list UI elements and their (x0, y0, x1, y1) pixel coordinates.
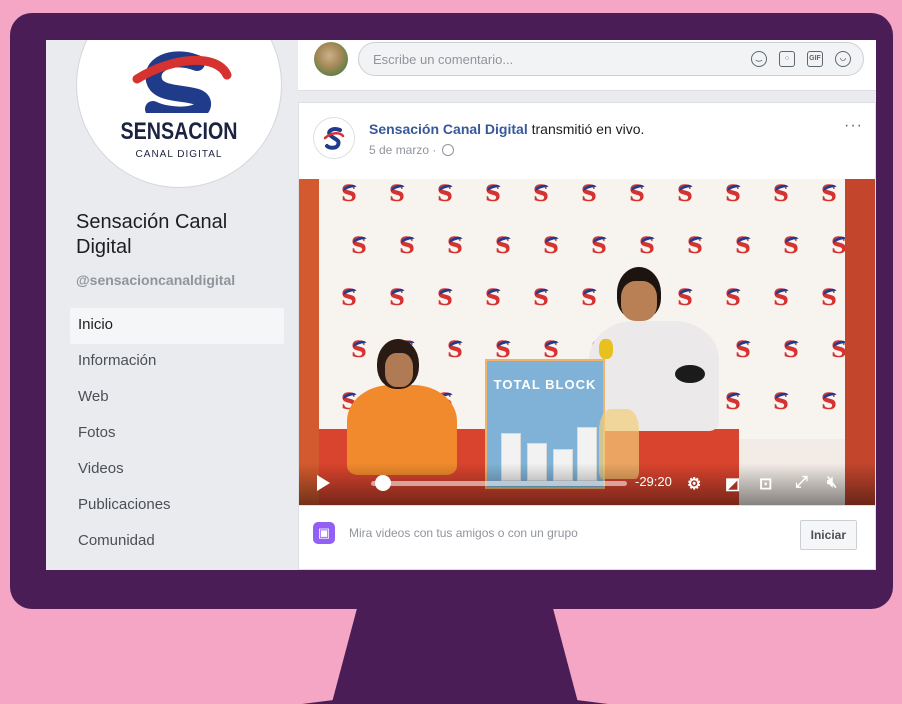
video-presenter-woman (343, 339, 463, 475)
time-remaining: -29:20 (635, 474, 672, 489)
page-title[interactable]: Sensación Canal Digital (76, 210, 286, 260)
backdrop-logo-icon: S (773, 389, 789, 415)
backdrop-logo-icon: S (341, 181, 357, 207)
nav-item-comunidad[interactable]: Comunidad (70, 524, 284, 560)
muted-volume-icon[interactable]: 🔇︎ (827, 474, 837, 492)
fullscreen-icon[interactable]: ⤢ (795, 474, 808, 492)
backdrop-logo-icon: S (821, 285, 837, 311)
post-date: 5 de marzo · (369, 143, 437, 157)
gif-icon[interactable]: GIF (807, 51, 823, 67)
backdrop-logo-icon: S (437, 285, 453, 311)
nav-item-informacion[interactable]: Información (70, 344, 284, 380)
microphone-black-icon (675, 365, 705, 383)
scrubber-handle[interactable] (374, 475, 391, 491)
backdrop-logo-icon: S (591, 233, 607, 259)
sticker-icon[interactable]: ◡ (835, 51, 851, 67)
backdrop-logo-icon: S (533, 285, 549, 311)
sensacion-s-logo-icon (132, 51, 232, 113)
post-timestamp[interactable]: 5 de marzo · (369, 143, 454, 157)
backdrop-logo-icon: S (543, 233, 559, 259)
watch-party-bar: ▣ Mira videos con tus amigos o con un gr… (299, 505, 875, 570)
backdrop-logo-icon: S (821, 389, 837, 415)
post-author-link[interactable]: Sensación Canal Digital (369, 121, 528, 137)
sensacion-s-small-icon (323, 127, 345, 150)
nav-item-fotos[interactable]: Fotos (70, 416, 284, 452)
logo-subtitle: CANAL DIGITAL (135, 149, 223, 160)
backdrop-logo-icon: S (783, 233, 799, 259)
page-profile-picture[interactable]: SENSACION CANAL DIGITAL (76, 40, 282, 188)
backdrop-logo-icon: S (687, 233, 703, 259)
start-watch-party-button[interactable]: Iniciar (799, 520, 857, 550)
backdrop-logo-icon: S (735, 337, 751, 363)
backdrop-logo-icon: S (821, 181, 837, 207)
backdrop-logo-icon: S (725, 181, 741, 207)
monitor-stand (302, 608, 608, 704)
backdrop-logo-icon: S (629, 181, 645, 207)
backdrop-logo-icon: S (725, 389, 741, 415)
backdrop-logo-icon: S (677, 181, 693, 207)
play-icon[interactable] (317, 475, 330, 491)
camera-icon[interactable]: ○ (779, 51, 795, 67)
comment-tools: ‿ ○ GIF ◡ (751, 51, 851, 67)
video-scrubber[interactable] (371, 481, 627, 486)
backdrop-logo-icon: S (773, 285, 789, 311)
watch-party-icon: ▣ (313, 522, 335, 544)
backdrop-logo-icon: S (389, 285, 405, 311)
nav-item-publicaciones[interactable]: Publicaciones (70, 488, 284, 524)
cast-icon[interactable]: ⊡ (759, 474, 772, 494)
emoji-icon[interactable]: ‿ (751, 51, 767, 67)
miniplayer-icon[interactable]: ◩ (725, 474, 740, 494)
backdrop-logo-icon: S (773, 181, 789, 207)
backdrop-logo-icon: S (485, 285, 501, 311)
comment-composer: Escribe un comentario... ‿ ○ GIF ◡ (298, 40, 876, 91)
nav-item-videos[interactable]: Videos (70, 452, 284, 488)
post-header-line: Sensación Canal Digital transmitió en vi… (369, 121, 644, 137)
presenter-woman-body (347, 385, 457, 475)
video-left-edge (299, 179, 319, 505)
comment-input[interactable]: Escribe un comentario... ‿ ○ GIF ◡ (358, 42, 864, 76)
presenter-man-face (621, 281, 657, 321)
backdrop-logo-icon: S (783, 337, 799, 363)
more-options-icon[interactable]: ··· (844, 117, 863, 135)
backdrop-logo-icon: S (735, 233, 751, 259)
backdrop-logo-icon: S (495, 233, 511, 259)
backdrop-logo-icon: S (389, 181, 405, 207)
backdrop-logo-icon: S (485, 181, 501, 207)
backdrop-logo-icon: S (581, 181, 597, 207)
backdrop-logo-icon: S (341, 285, 357, 311)
logo-wordmark: SENSACION (120, 118, 238, 145)
presenter-woman-face (385, 353, 413, 387)
nav-item-web[interactable]: Web (70, 380, 284, 416)
page-sidebar: SENSACION CANAL DIGITAL Sensación Canal … (46, 40, 298, 570)
microphone-icon (599, 339, 613, 359)
backdrop-logo-icon: S (639, 233, 655, 259)
settings-gear-icon[interactable]: ⚙ (687, 474, 701, 494)
backdrop-logo-icon: S (447, 233, 463, 259)
product-title: TOTAL BLOCK (493, 377, 597, 392)
backdrop-logo-icon: S (725, 285, 741, 311)
watch-party-text: Mira videos con tus amigos o con un grup… (349, 526, 578, 540)
video-right-edge (845, 179, 875, 505)
video-player[interactable]: SSSSSSSSSSSSSSSSSSSSSSSSSSSSSSSSSSSSSSSS… (299, 179, 875, 505)
backdrop-logo-icon: S (399, 233, 415, 259)
backdrop-logo-icon: S (437, 181, 453, 207)
page-navigation: Inicio Información Web Fotos Videos Publ… (70, 308, 284, 560)
facebook-page-screen: SENSACION CANAL DIGITAL Sensación Canal … (46, 40, 876, 570)
post-author-avatar[interactable] (313, 117, 355, 159)
post-action-text: transmitió en vivo. (527, 121, 645, 137)
live-video-post: Sensación Canal Digital transmitió en vi… (298, 102, 876, 570)
globe-icon (441, 144, 454, 156)
comment-placeholder: Escribe un comentario... (373, 52, 514, 67)
user-avatar[interactable] (314, 42, 348, 76)
page-username[interactable]: @sensacioncanaldigital (76, 272, 235, 288)
nav-item-inicio[interactable]: Inicio (70, 308, 284, 344)
backdrop-logo-icon: S (351, 233, 367, 259)
backdrop-logo-icon: S (533, 181, 549, 207)
